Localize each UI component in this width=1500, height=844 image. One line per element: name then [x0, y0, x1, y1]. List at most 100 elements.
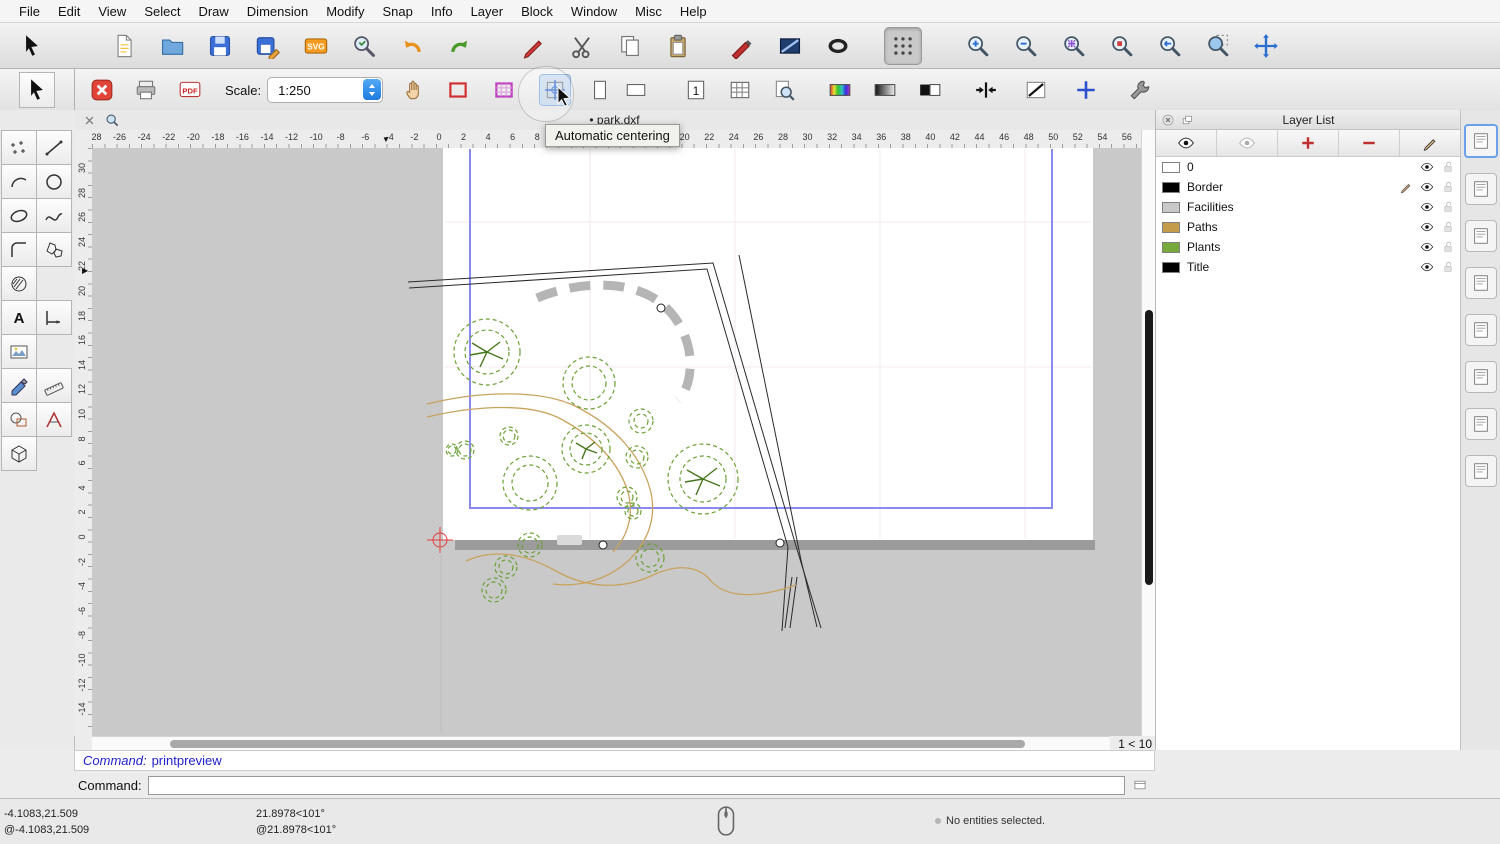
menu-block[interactable]: Block	[512, 4, 562, 19]
portrait-orientation-button[interactable]	[585, 75, 615, 105]
dock-entity-filter[interactable]	[1465, 314, 1497, 346]
show-all-layers-button[interactable]	[1156, 130, 1217, 156]
solid-tools[interactable]	[1, 436, 37, 471]
menu-draw[interactable]: Draw	[189, 4, 237, 19]
multi-page-button[interactable]	[725, 75, 755, 105]
menu-misc[interactable]: Misc	[626, 4, 671, 19]
save-button[interactable]	[202, 28, 238, 64]
zoom-in-button[interactable]	[960, 28, 996, 64]
layer-visibility-icon[interactable]	[1420, 160, 1434, 174]
point-tools[interactable]	[1, 130, 37, 165]
inspect-zoom-button[interactable]	[346, 28, 382, 64]
close-print-preview-button[interactable]	[87, 75, 117, 105]
open-document-button[interactable]	[154, 28, 190, 64]
line-width-scale-button[interactable]	[1021, 75, 1051, 105]
layer-row-0[interactable]: 0	[1156, 157, 1461, 177]
panel-detach-icon[interactable]	[1180, 113, 1194, 127]
move-paper-button[interactable]	[399, 75, 429, 105]
redo-button[interactable]	[442, 28, 478, 64]
layer-visibility-icon[interactable]	[1420, 260, 1434, 274]
save-as-button[interactable]	[250, 28, 286, 64]
modify-tools[interactable]	[1, 402, 37, 437]
ellipse-tools[interactable]	[1, 198, 37, 233]
grayscale-print-button[interactable]	[870, 75, 900, 105]
layer-lock-icon[interactable]	[1441, 180, 1455, 194]
menu-view[interactable]: View	[89, 4, 135, 19]
command-window-button[interactable]	[1131, 777, 1149, 793]
print-button[interactable]	[131, 75, 161, 105]
dock-notes[interactable]	[1465, 408, 1497, 440]
menu-help[interactable]: Help	[671, 4, 716, 19]
dock-pen-palette[interactable]	[1464, 124, 1498, 158]
blackwhite-print-button[interactable]	[915, 75, 945, 105]
vertical-scrollbar-thumb[interactable]	[1145, 310, 1153, 585]
layer-lock-icon[interactable]	[1441, 220, 1455, 234]
marker-pen-button[interactable]	[724, 28, 760, 64]
selection-rect-button[interactable]	[772, 28, 808, 64]
automatic-centering-button[interactable]	[539, 74, 571, 106]
copy-button[interactable]	[612, 28, 648, 64]
menu-file[interactable]: File	[10, 4, 49, 19]
color-print-button[interactable]	[825, 75, 855, 105]
cut-button[interactable]	[564, 28, 600, 64]
ellipse-mode-button[interactable]	[820, 28, 856, 64]
zoom-previous-button[interactable]	[1152, 28, 1188, 64]
horizontal-scrollbar-thumb[interactable]	[170, 740, 1025, 748]
command-input[interactable]	[148, 776, 1125, 795]
menu-layer[interactable]: Layer	[462, 4, 513, 19]
layer-visibility-icon[interactable]	[1420, 240, 1434, 254]
dimension-tools[interactable]	[36, 300, 72, 335]
layer-lock-icon[interactable]	[1441, 200, 1455, 214]
circle-tools[interactable]	[36, 164, 72, 199]
fillet-tools[interactable]	[1, 232, 37, 267]
stepper-icon[interactable]	[363, 79, 381, 100]
export-svg-button[interactable]: SVG	[298, 28, 334, 64]
undo-button[interactable]	[394, 28, 430, 64]
panel-close-icon[interactable]	[1161, 113, 1175, 127]
add-layer-button[interactable]	[1278, 130, 1339, 156]
draft-crosshair-button[interactable]	[1071, 75, 1101, 105]
paper-border-button[interactable]	[443, 75, 473, 105]
layer-row-facilities[interactable]: Facilities	[1156, 197, 1461, 217]
dock-block-list[interactable]	[1465, 173, 1497, 205]
pen-style-button[interactable]	[516, 28, 552, 64]
hide-all-layers-button[interactable]	[1217, 130, 1278, 156]
layer-lock-icon[interactable]	[1441, 260, 1455, 274]
pointer-tool-cell[interactable]	[0, 69, 75, 111]
arc-tools[interactable]	[1, 164, 37, 199]
layer-visibility-icon[interactable]	[1420, 200, 1434, 214]
single-page-button[interactable]: 1	[681, 75, 711, 105]
layer-visibility-icon[interactable]	[1420, 180, 1434, 194]
remove-layer-button[interactable]	[1339, 130, 1400, 156]
export-pdf-button[interactable]: PDF	[175, 75, 205, 105]
paper-grid-button[interactable]	[489, 75, 519, 105]
menu-window[interactable]: Window	[562, 4, 626, 19]
layer-lock-icon[interactable]	[1441, 240, 1455, 254]
text-tool[interactable]: A	[1, 300, 37, 335]
scale-select[interactable]: 1:250	[267, 77, 383, 103]
dock-library-browser[interactable]	[1465, 267, 1497, 299]
edit-layer-button[interactable]	[1400, 130, 1461, 156]
layer-row-paths[interactable]: Paths	[1156, 217, 1461, 237]
measure-tools[interactable]	[36, 368, 72, 403]
grid-toggle-button[interactable]	[884, 27, 922, 65]
menu-edit[interactable]: Edit	[49, 4, 89, 19]
new-document-button[interactable]	[106, 28, 142, 64]
vertical-scrollbar[interactable]	[1141, 130, 1156, 736]
layer-row-title[interactable]: Title	[1156, 257, 1461, 277]
selection-pointer-tool[interactable]	[14, 28, 50, 64]
menu-snap[interactable]: Snap	[374, 4, 422, 19]
layer-lock-icon[interactable]	[1441, 160, 1455, 174]
zoom-window-button[interactable]	[1200, 28, 1236, 64]
menu-modify[interactable]: Modify	[317, 4, 373, 19]
layer-row-plants[interactable]: Plants	[1156, 237, 1461, 257]
menu-dimension[interactable]: Dimension	[238, 4, 317, 19]
zoom-redraw-button[interactable]	[1104, 28, 1140, 64]
menu-info[interactable]: Info	[422, 4, 462, 19]
image-tool[interactable]	[1, 334, 37, 369]
snap-tools[interactable]	[36, 402, 72, 437]
layer-visibility-icon[interactable]	[1420, 220, 1434, 234]
paste-button[interactable]	[660, 28, 696, 64]
fit-to-page-button[interactable]	[971, 75, 1001, 105]
polygon-tools[interactable]	[36, 232, 72, 267]
